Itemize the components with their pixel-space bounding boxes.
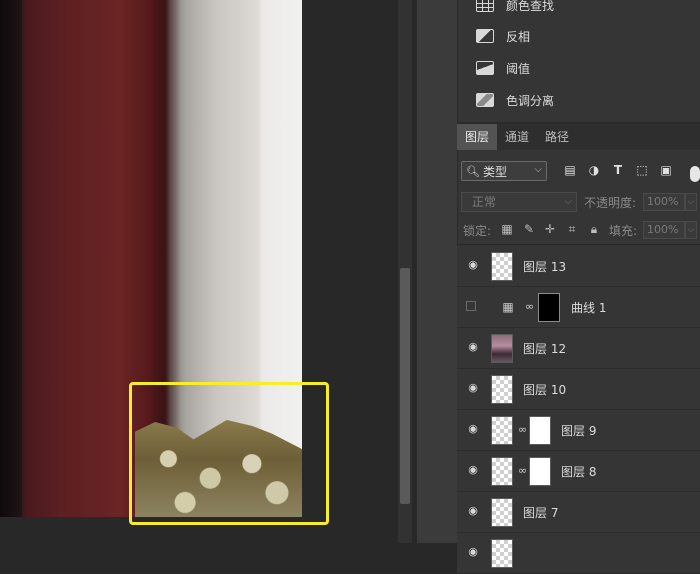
chevron-down-icon: ⌵ — [534, 164, 542, 175]
layer-thumbnail — [491, 416, 513, 445]
layer-mask-thumbnail — [529, 416, 551, 445]
menu-item-label: 颜色查找 — [506, 0, 555, 13]
filter-kind-label: 类型 — [482, 164, 507, 179]
lock-label: 锁定: — [463, 224, 492, 238]
smart-object-filter-icon[interactable]: ▣ — [659, 163, 673, 177]
layer-row[interactable]: ◉ 图层 10 — [457, 369, 700, 410]
layer-thumbnail — [491, 375, 513, 404]
menu-item-label: 阈值 — [506, 61, 531, 76]
layer-mask-thumbnail — [538, 293, 560, 322]
color-lookup-icon — [476, 0, 494, 12]
eye-icon[interactable]: ◉ — [466, 505, 480, 516]
search-icon: 🔍︎ — [466, 164, 480, 178]
link-icon[interactable]: ∞ — [518, 423, 527, 437]
lock-artboard-icon[interactable]: ⌗ — [565, 222, 579, 236]
menu-item-threshold[interactable]: 阈值 — [476, 56, 530, 80]
layer-row[interactable]: ◉ — [457, 533, 700, 574]
layer-thumbnail — [491, 498, 513, 527]
fill-input[interactable]: 100% — [643, 221, 685, 239]
menu-item-posterize[interactable]: 色调分离 — [476, 88, 554, 112]
layer-row[interactable]: ▦ ∞ 曲线 1 — [457, 287, 700, 328]
chevron-down-icon: ⌵ — [564, 196, 572, 207]
blend-mode-select[interactable]: 正常 ⌵ — [461, 192, 577, 212]
highlight-annotation-box — [129, 382, 329, 525]
filter-kind-select[interactable]: 🔍︎ 类型 ⌵ — [461, 161, 547, 181]
layer-name: 图层 7 — [523, 506, 559, 520]
layer-row[interactable]: ◉ 图层 13 — [457, 246, 700, 287]
opacity-label: 不透明度: — [584, 196, 637, 210]
fill-chevron-icon[interactable]: ⌵ — [685, 221, 697, 239]
blend-mode-value: 正常 — [472, 195, 497, 209]
visibility-toggle-off[interactable] — [466, 301, 476, 311]
menu-item-label: 反相 — [506, 29, 531, 44]
filter-toggle-icon[interactable] — [690, 166, 700, 182]
shape-layer-filter-icon[interactable]: ⬚ — [635, 163, 649, 177]
layer-thumbnail — [491, 252, 513, 281]
layer-name: 曲线 1 — [571, 301, 607, 315]
layers-panel-tabs: 图层 通道 路径 — [457, 124, 700, 150]
curtain-shadow — [0, 0, 22, 517]
layer-row[interactable]: ◉ 图层 7 — [457, 492, 700, 533]
opacity-input[interactable]: 100% — [643, 193, 685, 211]
fill-label: 填充: — [609, 224, 638, 238]
eye-icon[interactable]: ◉ — [466, 546, 480, 557]
document-canvas[interactable] — [0, 0, 398, 543]
threshold-icon — [476, 61, 494, 75]
canvas-scroll-thumb[interactable] — [400, 268, 410, 504]
lock-all-icon[interactable]: 🔒︎ — [587, 222, 601, 236]
eye-icon[interactable]: ◉ — [466, 464, 480, 475]
layer-thumbnail — [491, 457, 513, 486]
layer-mask-thumbnail — [529, 457, 551, 486]
lock-transparent-pixels-icon[interactable]: ▦ — [500, 222, 514, 236]
layer-row[interactable]: ◉ ∞ 图层 8 — [457, 451, 700, 492]
link-icon[interactable]: ∞ — [525, 300, 534, 314]
eye-icon[interactable]: ◉ — [466, 341, 480, 352]
lock-image-pixels-icon[interactable]: ✎ — [522, 222, 536, 236]
blend-opacity-row: 正常 ⌵ 不透明度: 100% ⌵ — [457, 190, 700, 214]
layer-row[interactable]: ◉ 图层 12 — [457, 328, 700, 369]
layer-name: 图层 13 — [523, 260, 567, 274]
type-layer-filter-icon[interactable]: T — [611, 163, 625, 177]
tab-paths[interactable]: 路径 — [537, 124, 577, 150]
layers-divider — [457, 244, 700, 245]
lock-fill-row: 锁定: ▦ ✎ ✛ ⌗ 🔒︎ 填充: 100% ⌵ — [457, 218, 700, 242]
menu-item-color-lookup[interactable]: 颜色查找 — [476, 0, 554, 17]
invert-icon — [476, 29, 494, 43]
layer-filter-row: 🔍︎ 类型 ⌵ ▤ ◑ T ⬚ ▣ — [457, 156, 700, 188]
posterize-icon — [476, 93, 494, 107]
link-icon[interactable]: ∞ — [518, 464, 527, 478]
opacity-chevron-icon[interactable]: ⌵ — [685, 193, 697, 211]
adjustment-layer-filter-icon[interactable]: ◑ — [587, 163, 601, 177]
layer-name: 图层 9 — [561, 424, 597, 438]
eye-icon[interactable]: ◉ — [466, 423, 480, 434]
curves-adjustment-icon: ▦ — [502, 300, 514, 314]
layer-thumbnail — [491, 539, 513, 568]
tab-layers[interactable]: 图层 — [457, 124, 498, 150]
pixel-layer-filter-icon[interactable]: ▤ — [563, 163, 577, 177]
eye-icon[interactable]: ◉ — [466, 259, 480, 270]
layer-row[interactable]: ◉ ∞ 图层 9 — [457, 410, 700, 451]
layer-name: 图层 12 — [523, 342, 567, 356]
menu-item-invert[interactable]: 反相 — [476, 24, 530, 48]
menu-item-label: 色调分离 — [506, 93, 555, 108]
panel-icon-strip — [417, 0, 458, 543]
eye-icon[interactable]: ◉ — [466, 382, 480, 393]
layer-name: 图层 8 — [561, 465, 597, 479]
lock-position-icon[interactable]: ✛ — [543, 222, 557, 236]
layer-name: 图层 10 — [523, 383, 567, 397]
layer-thumbnail — [491, 334, 513, 363]
tab-channels[interactable]: 通道 — [497, 124, 537, 150]
